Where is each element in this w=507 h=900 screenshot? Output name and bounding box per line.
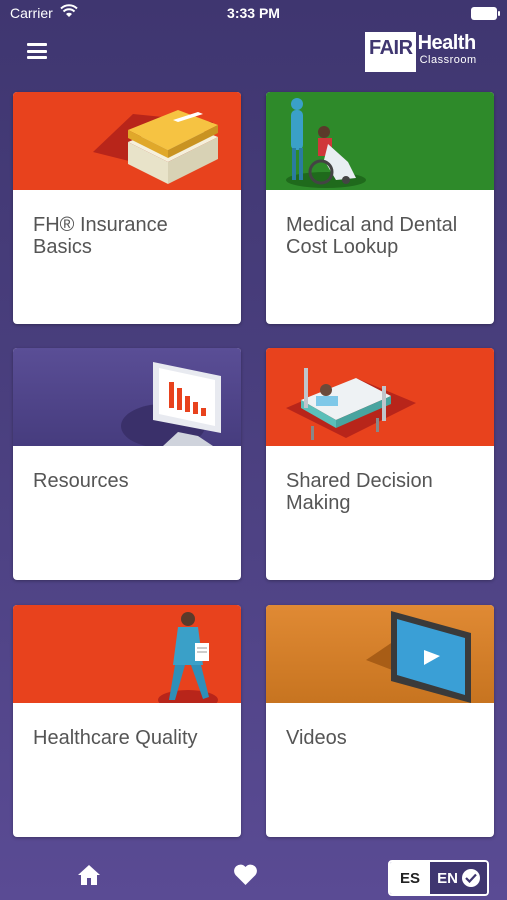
- card-title: Healthcare Quality: [33, 727, 198, 749]
- app-header: FAIR Health Classroom: [0, 28, 507, 78]
- battery-icon: [471, 7, 500, 20]
- card-title: Resources: [33, 470, 129, 492]
- card-title: Shared Decision Making: [286, 470, 433, 514]
- card-banner: [266, 605, 494, 703]
- logo-fair-text: FAIR: [365, 32, 416, 72]
- card-banner: [13, 92, 241, 190]
- fair-health-logo: FAIR Health Classroom: [365, 32, 487, 76]
- bottom-tab-bar: ES EN: [0, 852, 507, 900]
- logo-classroom-text: Classroom: [419, 54, 477, 66]
- books-icon: [93, 110, 218, 184]
- hospital-bed-icon: [286, 368, 416, 440]
- card-healthcare-quality[interactable]: Healthcare Quality: [13, 605, 241, 837]
- checkmark-icon: [461, 869, 480, 887]
- home-icon[interactable]: [77, 864, 101, 886]
- card-banner: [13, 348, 241, 446]
- card-resources[interactable]: Resources: [13, 348, 241, 580]
- lang-es-button[interactable]: ES: [390, 862, 430, 894]
- heart-icon[interactable]: [233, 864, 258, 886]
- card-shared-decision-making[interactable]: Shared Decision Making: [266, 348, 494, 580]
- language-toggle[interactable]: ES EN: [388, 860, 489, 896]
- tablet-video-icon: [366, 611, 471, 703]
- card-title: Videos: [286, 727, 347, 749]
- card-cost-lookup[interactable]: Medical and Dental Cost Lookup: [266, 92, 494, 324]
- card-title: Medical and Dental Cost Lookup: [286, 214, 458, 258]
- card-banner: [266, 92, 494, 190]
- card-banner: [266, 348, 494, 446]
- monitor-icon: [121, 362, 221, 446]
- hamburger-menu-icon[interactable]: [27, 43, 47, 59]
- lang-en-button[interactable]: EN: [430, 862, 487, 894]
- card-banner: [13, 605, 241, 703]
- card-title: FH® Insurance Basics: [33, 214, 168, 258]
- nurse-icon: [158, 612, 218, 703]
- status-bar: Carrier 3:33 PM: [0, 0, 507, 28]
- clock: 3:33 PM: [227, 5, 280, 21]
- card-insurance-basics[interactable]: FH® Insurance Basics: [13, 92, 241, 324]
- logo-health-text: Health: [417, 32, 477, 54]
- lang-en-label: EN: [437, 869, 458, 887]
- card-videos[interactable]: Videos: [266, 605, 494, 837]
- wheelchair-icon: [286, 98, 366, 188]
